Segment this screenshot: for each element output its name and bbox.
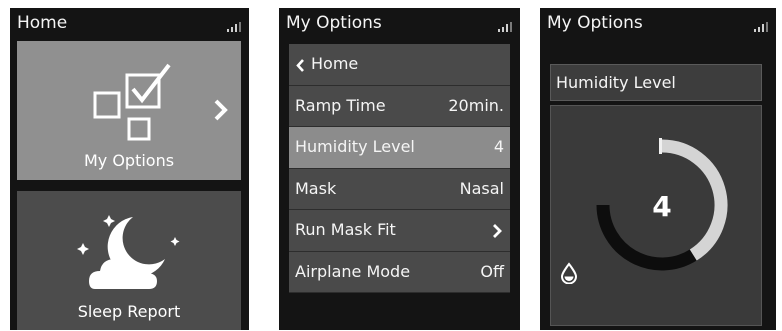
- screen-title: My Options: [547, 13, 643, 33]
- tile-label: My Options: [83, 151, 175, 170]
- my-options-tile[interactable]: My Options: [17, 41, 241, 180]
- humidity-value: 4: [652, 190, 671, 223]
- menu-item-value: 20min.: [448, 95, 504, 115]
- menu-item-label: Mask: [295, 178, 337, 198]
- humidity-level-gauge[interactable]: 4: [551, 106, 761, 325]
- signal-icon: [754, 22, 768, 32]
- menu-item-value: Off: [480, 261, 504, 281]
- panel-title: Humidity Level: [556, 73, 676, 92]
- menu-item-value: 4: [493, 137, 504, 156]
- chevron-right-icon: [493, 224, 502, 238]
- gauge-track: [596, 204, 697, 271]
- menu-item-label: Ramp Time: [295, 95, 386, 115]
- menu-item-home[interactable]: Home: [289, 44, 510, 86]
- menu-item-humidity-level[interactable]: Humidity Level 4: [289, 127, 510, 169]
- screen-title: Home: [17, 13, 68, 33]
- options-menu: Home Ramp Time 20min. Humidity Level 4 M…: [289, 44, 510, 293]
- chevron-right-icon: [214, 99, 228, 121]
- checkbox-options-icon: [93, 63, 171, 141]
- moon-cloud-icon: [77, 215, 180, 289]
- sleep-report-tile[interactable]: Sleep Report: [17, 191, 241, 330]
- signal-icon: [498, 22, 512, 32]
- chevron-left-icon: [296, 59, 304, 72]
- home-screen: Home My Options Sleep Report: [10, 8, 249, 330]
- menu-item-label: Run Mask Fit: [295, 220, 396, 239]
- humidity-level-screen: My Options Humidity Level 4: [540, 8, 776, 330]
- menu-item-label: Home: [311, 54, 359, 73]
- menu-item-value: Nasal: [459, 178, 504, 198]
- menu-item-ramp-time[interactable]: Ramp Time 20min.: [289, 85, 510, 127]
- signal-icon: [227, 22, 241, 32]
- panel-header: Humidity Level: [550, 64, 762, 101]
- screen-title: My Options: [286, 13, 382, 33]
- humidity-panel: 4: [550, 105, 762, 326]
- options-menu-screen: My Options Home Ramp Time 20min. Humidit…: [279, 8, 520, 330]
- menu-item-mask[interactable]: Mask Nasal: [289, 168, 510, 210]
- menu-item-label: Airplane Mode: [295, 261, 411, 281]
- menu-item-label: Humidity Level: [295, 137, 415, 156]
- menu-item-airplane-mode[interactable]: Airplane Mode Off: [289, 251, 510, 293]
- menu-item-run-mask-fit[interactable]: Run Mask Fit: [289, 210, 510, 252]
- tile-label: Sleep Report: [77, 302, 181, 321]
- water-drop-icon: [560, 262, 578, 284]
